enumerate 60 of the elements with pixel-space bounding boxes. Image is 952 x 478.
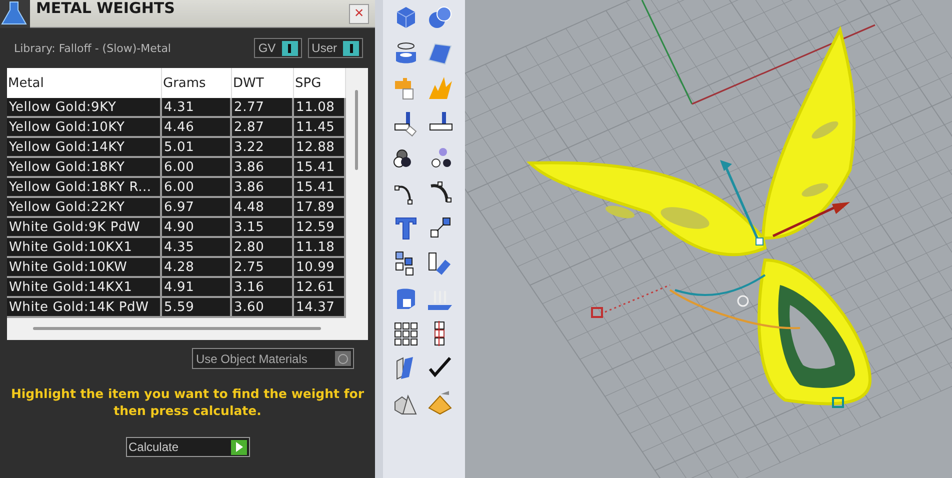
table-cell[interactable]: 4.46 (162, 118, 232, 138)
table-cell[interactable]: 3.60 (232, 298, 294, 318)
table-cell[interactable]: White Gold:14KX1 (7, 278, 162, 298)
table-cell[interactable]: 3.22 (232, 138, 294, 158)
table-cell[interactable]: 6.00 (162, 178, 232, 198)
table-cell[interactable]: 11.45 (294, 118, 346, 138)
table-cell[interactable]: 10.99 (294, 258, 346, 278)
table-cell[interactable]: 15.41 (294, 178, 346, 198)
horizontal-scrollbar[interactable] (33, 327, 321, 330)
viewport-canvas[interactable] (465, 0, 952, 478)
table-cell[interactable]: Yellow Gold:10KY (7, 118, 162, 138)
table-cell[interactable]: White Gold:14K PdW (7, 298, 162, 318)
table-cell[interactable]: White Gold:10KX1 (7, 238, 162, 258)
table-cell[interactable]: Yellow Gold:14KY (7, 138, 162, 158)
table-cell[interactable]: 2.75 (232, 258, 294, 278)
table-cell[interactable]: 4.28 (162, 258, 232, 278)
table-cell[interactable]: 4.91 (162, 278, 232, 298)
toggle-button[interactable]: User (308, 38, 363, 58)
table-cell[interactable]: Yellow Gold:9KY (7, 98, 162, 118)
table-cell[interactable]: Yellow Gold:22KY (7, 198, 162, 218)
toggle-button[interactable]: GV (254, 38, 302, 58)
play-icon (234, 442, 242, 452)
table-cell[interactable]: White Gold:10KW (7, 258, 162, 278)
table-cell[interactable]: 3.15 (232, 218, 294, 238)
table-cell[interactable]: 14.37 (294, 298, 346, 318)
calculate-button[interactable]: Calculate (126, 437, 250, 457)
library-label: Library: Falloff - (Slow)-Metal (14, 42, 172, 54)
table-cell[interactable]: Yellow Gold:18KY (7, 158, 162, 178)
table-cell[interactable]: 5.01 (162, 138, 232, 158)
object-materials-toggle[interactable]: Use Object Materials (192, 348, 354, 369)
table-cell[interactable]: 3.16 (232, 278, 294, 298)
table-cell[interactable]: 3.86 (232, 178, 294, 198)
table-cell[interactable]: 11.18 (294, 238, 346, 258)
table-cell[interactable]: 17.89 (294, 198, 346, 218)
table-cell[interactable]: Yellow Gold:18KY R... (7, 178, 162, 198)
column-header[interactable]: Grams (162, 68, 232, 98)
column-header[interactable]: DWT (232, 68, 294, 98)
table-cell[interactable]: 12.88 (294, 138, 346, 158)
table-cell[interactable]: 11.08 (294, 98, 346, 118)
table-cell[interactable]: 6.00 (162, 158, 232, 178)
table-cell[interactable]: 12.61 (294, 278, 346, 298)
table-cell[interactable]: 4.35 (162, 238, 232, 258)
vertical-scrollbar[interactable] (355, 90, 358, 170)
window-title: METAL WEIGHTS (36, 0, 175, 16)
table-cell[interactable]: 2.77 (232, 98, 294, 118)
table-cell[interactable]: 2.80 (232, 238, 294, 258)
table-cell[interactable]: 3.86 (232, 158, 294, 178)
table-cell[interactable]: 12.59 (294, 218, 346, 238)
table-cell[interactable]: 4.48 (232, 198, 294, 218)
column-header[interactable]: SPG (294, 68, 346, 98)
table-cell[interactable]: 2.87 (232, 118, 294, 138)
instruction-text: Highlight the item you want to find the weight for then press calculate. (10, 385, 366, 419)
table-cell[interactable]: 15.41 (294, 158, 346, 178)
close-button[interactable]: × (349, 4, 369, 24)
table-cell[interactable]: White Gold:9K PdW (7, 218, 162, 238)
table-cell[interactable]: 4.31 (162, 98, 232, 118)
table-cell[interactable]: 5.59 (162, 298, 232, 318)
column-header[interactable]: Metal (7, 68, 162, 98)
table-cell[interactable]: 6.97 (162, 198, 232, 218)
table-cell[interactable]: 4.90 (162, 218, 232, 238)
